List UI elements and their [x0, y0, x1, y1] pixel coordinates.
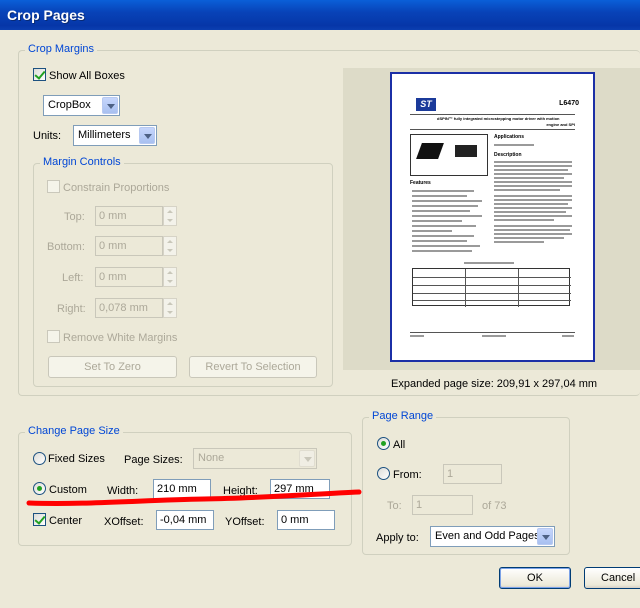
- doc-subtitle-2: engine and SPI: [546, 122, 575, 127]
- page-count-label: of 73: [482, 500, 507, 512]
- page-sizes-value: None: [198, 452, 225, 464]
- xoffset-field[interactable]: -0,04 mm: [156, 510, 214, 530]
- cancel-button[interactable]: Cancel: [584, 567, 640, 589]
- box-type-value: CropBox: [48, 99, 91, 111]
- doc-subtitle-1: dSPIN™ fully integrated microstepping mo…: [437, 116, 560, 121]
- right-label: Right:: [57, 303, 86, 315]
- chevron-down-icon[interactable]: [102, 97, 118, 114]
- apply-to-value: Even and Odd Pages: [435, 530, 540, 542]
- doc-ordering-table: [412, 268, 571, 307]
- yoffset-field[interactable]: 0 mm: [277, 510, 335, 530]
- dialog-title: Crop Pages: [7, 7, 85, 23]
- margin-controls-legend: Margin Controls: [40, 156, 124, 168]
- center-label[interactable]: Center: [49, 514, 82, 528]
- center-checkbox[interactable]: [33, 513, 46, 526]
- top-margin-spinner[interactable]: [163, 206, 177, 226]
- from-page-field[interactable]: 1: [443, 464, 502, 484]
- chevron-down-icon[interactable]: [537, 528, 553, 545]
- units-value: Millimeters: [78, 129, 131, 141]
- constrain-proportions-checkbox[interactable]: [47, 180, 60, 193]
- fixed-sizes-label[interactable]: Fixed Sizes: [48, 452, 105, 466]
- units-label: Units:: [33, 130, 62, 142]
- doc-part-number: L6470: [559, 100, 579, 107]
- page-thumbnail: ST L6470 dSPIN™ fully integrated microst…: [390, 72, 595, 362]
- all-pages-label[interactable]: All: [393, 438, 405, 452]
- to-label: To:: [387, 500, 402, 512]
- st-logo-text: ST: [420, 99, 432, 109]
- doc-section-features: Features: [410, 180, 431, 186]
- yoffset-label: YOffset:: [225, 516, 265, 528]
- from-radio[interactable]: [377, 467, 390, 480]
- change-page-size-legend: Change Page Size: [25, 425, 123, 437]
- all-pages-radio[interactable]: [377, 437, 390, 450]
- show-all-boxes-label[interactable]: Show All Boxes: [49, 69, 125, 83]
- remove-white-margins-label: Remove White Margins: [63, 332, 178, 344]
- doc-header-rule: [410, 114, 575, 115]
- remove-white-margins-checkbox[interactable]: [47, 330, 60, 343]
- left-margin-field[interactable]: 0 mm: [95, 267, 163, 287]
- page-sizes-select[interactable]: None: [193, 448, 317, 469]
- red-annotation-underline: [26, 489, 362, 506]
- chip-image: [410, 134, 488, 176]
- left-label: Left:: [62, 272, 84, 284]
- chevron-down-icon[interactable]: [299, 450, 315, 467]
- box-type-select[interactable]: CropBox: [43, 95, 120, 116]
- doc-section-applications: Applications: [494, 134, 525, 140]
- xoffset-label: XOffset:: [104, 516, 144, 528]
- apply-to-label: Apply to:: [376, 532, 419, 544]
- left-margin-spinner[interactable]: [163, 267, 177, 287]
- st-logo: ST: [416, 98, 436, 111]
- crop-margins-legend: Crop Margins: [25, 43, 98, 55]
- bottom-label: Bottom:: [47, 241, 85, 253]
- revert-to-selection-button[interactable]: Revert To Selection: [189, 356, 317, 378]
- doc-header-rule-2: [410, 129, 575, 130]
- dialog-title-bar[interactable]: Crop Pages: [0, 0, 640, 30]
- bottom-margin-field[interactable]: 0 mm: [95, 236, 163, 256]
- from-label[interactable]: From:: [393, 468, 422, 482]
- show-all-boxes-checkbox[interactable]: [33, 68, 46, 81]
- bottom-margin-spinner[interactable]: [163, 236, 177, 256]
- units-select[interactable]: Millimeters: [73, 125, 157, 146]
- fixed-sizes-radio[interactable]: [33, 452, 46, 465]
- expanded-page-size-label: Expanded page size: 209,91 x 297,04 mm: [391, 378, 598, 390]
- to-page-field[interactable]: 1: [412, 495, 473, 515]
- right-margin-field[interactable]: 0,078 mm: [95, 298, 163, 318]
- apply-to-select[interactable]: Even and Odd Pages: [430, 526, 555, 547]
- right-margin-spinner[interactable]: [163, 298, 177, 318]
- set-to-zero-button[interactable]: Set To Zero: [48, 356, 177, 378]
- page-sizes-label: Page Sizes:: [124, 454, 183, 466]
- constrain-proportions-label: Constrain Proportions: [63, 182, 170, 194]
- page-range-legend: Page Range: [369, 410, 437, 422]
- top-label: Top:: [64, 211, 85, 223]
- doc-footer-rule: [410, 332, 575, 333]
- chevron-down-icon[interactable]: [139, 127, 155, 144]
- top-margin-field[interactable]: 0 mm: [95, 206, 163, 226]
- doc-section-description: Description: [494, 152, 522, 158]
- ok-button[interactable]: OK: [499, 567, 571, 589]
